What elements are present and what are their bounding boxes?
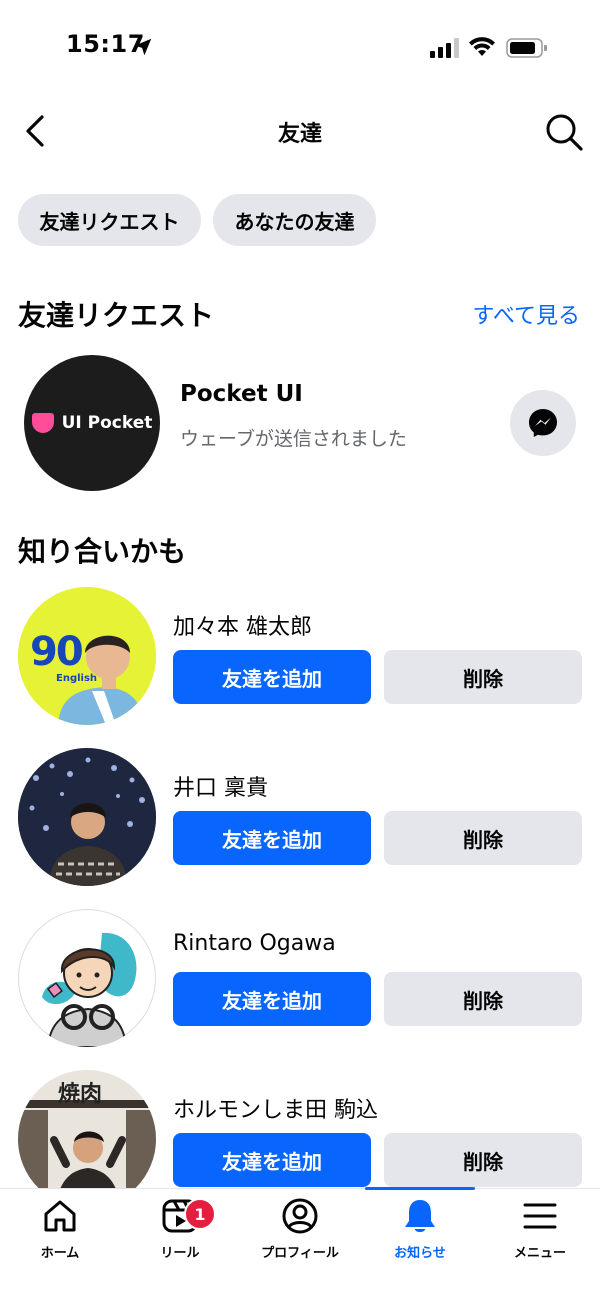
tab-label: リール	[160, 1246, 200, 1261]
wifi-icon	[469, 37, 495, 56]
section-heading-requests: 友達リクエスト	[18, 299, 215, 332]
avatar[interactable]: 90 English	[18, 587, 156, 725]
cellular-signal-icon	[430, 38, 459, 58]
avatar[interactable]	[18, 909, 156, 1047]
chip-friend-requests[interactable]: 友達リクエスト	[18, 194, 201, 246]
avatar-illustration	[42, 932, 137, 1047]
remove-button[interactable]: 削除	[384, 1133, 582, 1187]
section-heading-suggestions: 知り合いかも	[18, 535, 187, 568]
notification-badge: 1	[184, 1198, 216, 1230]
profile-icon	[282, 1198, 318, 1234]
request-name[interactable]: Pocket UI	[180, 381, 303, 407]
suggestion-name[interactable]: Rintaro Ogawa	[173, 931, 336, 956]
tab-profile[interactable]: プロフィール	[240, 1196, 360, 1266]
tab-menu[interactable]: メニュー	[480, 1196, 600, 1266]
see-all-link[interactable]: すべて見る	[472, 298, 580, 330]
messenger-button[interactable]	[510, 390, 576, 456]
add-friend-button[interactable]: 友達を追加	[173, 811, 371, 865]
tab-label: お知らせ	[394, 1246, 446, 1261]
suggestion-name[interactable]: 加々本 雄太郎	[173, 609, 312, 641]
remove-button[interactable]: 削除	[384, 972, 582, 1026]
suggestion-name[interactable]: ホルモンしま田 駒込	[173, 1092, 378, 1124]
shop-sign-text: 焼肉	[58, 1081, 103, 1107]
messenger-icon	[529, 409, 557, 437]
pocket-logo-icon	[31, 413, 54, 433]
menu-icon	[523, 1203, 557, 1229]
avatar-photo	[18, 748, 156, 886]
remove-button[interactable]: 削除	[384, 650, 582, 704]
active-tab-indicator	[365, 1187, 475, 1190]
remove-button[interactable]: 削除	[384, 811, 582, 865]
tab-notifications[interactable]: お知らせ	[360, 1196, 480, 1266]
bell-icon	[405, 1200, 435, 1232]
search-icon[interactable]	[544, 112, 584, 152]
request-subtitle: ウェーブが送信されました	[180, 428, 407, 450]
chip-your-friends[interactable]: あなたの友達	[213, 194, 376, 246]
add-friend-button[interactable]: 友達を追加	[173, 650, 371, 704]
suggestion-name[interactable]: 井口 稟貴	[173, 770, 268, 802]
tab-label: ホーム	[40, 1246, 80, 1261]
location-arrow-icon	[134, 38, 152, 56]
ui-pocket-logo: UI Pocket	[31, 413, 153, 433]
home-icon	[44, 1200, 76, 1232]
avatar[interactable]: UI Pocket	[24, 355, 160, 491]
add-friend-button[interactable]: 友達を追加	[173, 1133, 371, 1187]
battery-icon	[506, 38, 547, 58]
avatar-logo-text: UI Pocket	[61, 413, 153, 433]
avatar[interactable]	[18, 748, 156, 886]
tab-reels[interactable]: リール	[120, 1196, 240, 1266]
tab-home[interactable]: ホーム	[0, 1196, 120, 1266]
avatar-logo-subtext: English	[56, 673, 98, 684]
tab-label: メニュー	[513, 1246, 566, 1261]
add-friend-button[interactable]: 友達を追加	[173, 972, 371, 1026]
avatar-logo-text: 90	[30, 629, 84, 675]
page-title: 友達	[277, 122, 322, 147]
tab-label: プロフィール	[261, 1246, 339, 1261]
